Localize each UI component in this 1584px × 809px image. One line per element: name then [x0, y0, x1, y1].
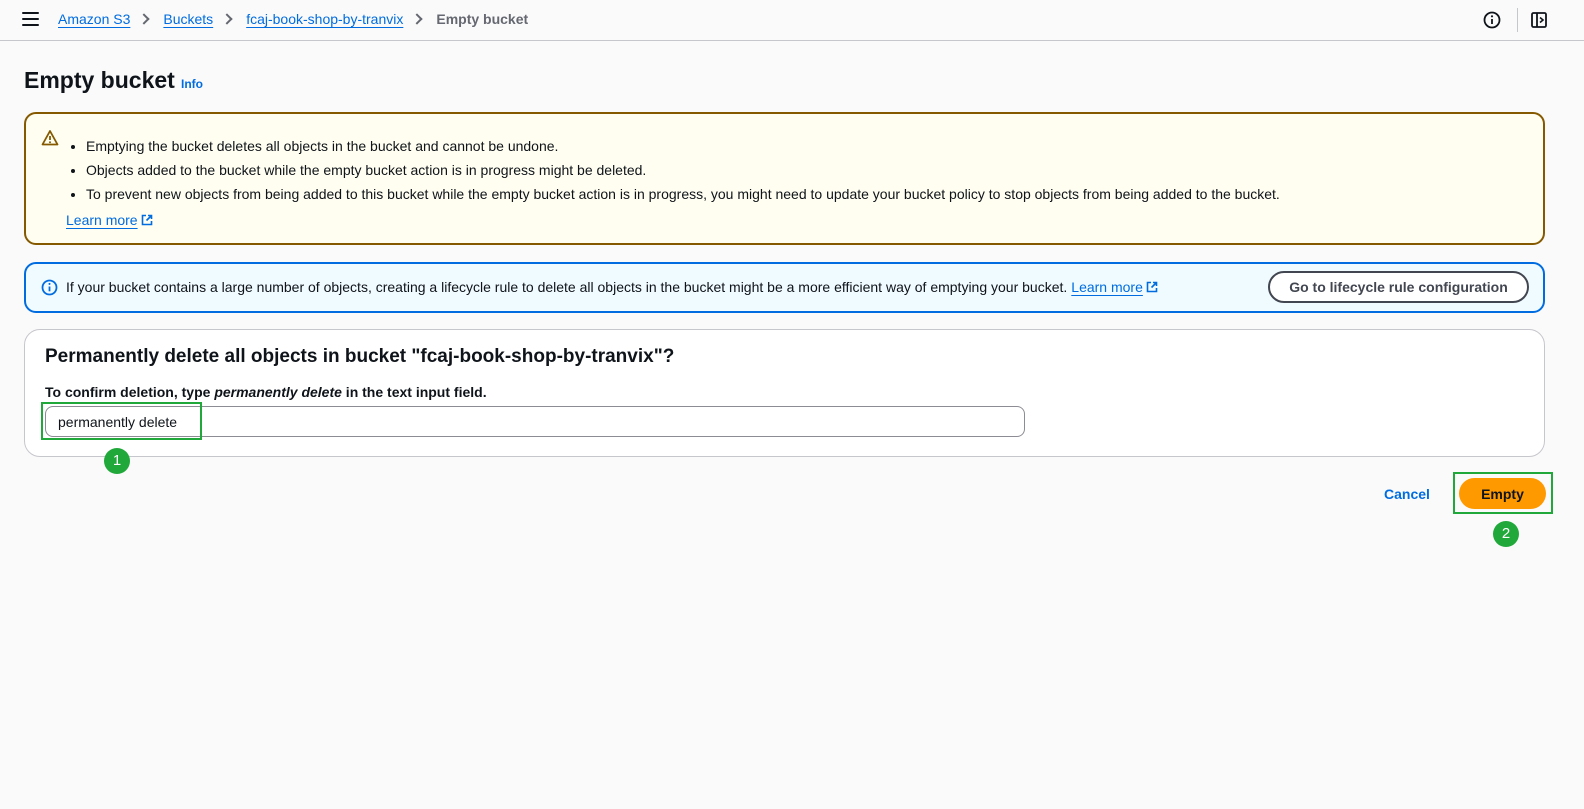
- info-link[interactable]: Info: [181, 77, 203, 91]
- warning-icon: [41, 130, 59, 146]
- confirm-label-prefix: To confirm deletion, type: [45, 384, 215, 400]
- breadcrumb-buckets[interactable]: Buckets: [163, 11, 213, 27]
- warning-learn-more-link[interactable]: Learn more: [66, 212, 138, 228]
- confirm-container: Permanently delete all objects in bucket…: [24, 329, 1545, 457]
- breadcrumb: Amazon S3 Buckets fcaj-book-shop-by-tran…: [58, 11, 528, 27]
- warning-learn-more: Learn more: [66, 212, 153, 228]
- chevron-right-icon: [138, 13, 151, 25]
- annotation-highlight-input: [41, 402, 202, 440]
- split-panel-icon[interactable]: [1530, 11, 1548, 29]
- page-title: Empty bucket: [24, 67, 175, 93]
- info-circle-icon: [41, 279, 58, 296]
- warning-item: To prevent new objects from being added …: [86, 182, 1280, 206]
- warning-item: Objects added to the bucket while the em…: [86, 158, 1280, 182]
- lifecycle-rule-button[interactable]: Go to lifecycle rule configuration: [1268, 271, 1529, 303]
- breadcrumb-current: Empty bucket: [436, 11, 529, 27]
- cancel-button[interactable]: Cancel: [1374, 479, 1440, 509]
- confirm-label-phrase: permanently delete: [214, 384, 342, 400]
- chevron-right-icon: [411, 13, 424, 25]
- warning-alert: Emptying the bucket deletes all objects …: [24, 112, 1545, 245]
- top-navigation-bar: Amazon S3 Buckets fcaj-book-shop-by-tran…: [0, 0, 1584, 41]
- info-learn-more-link[interactable]: Learn more: [1071, 279, 1143, 295]
- menu-icon[interactable]: [22, 12, 39, 27]
- annotation-badge-1: 1: [104, 448, 130, 474]
- info-alert: If your bucket contains a large number o…: [24, 262, 1545, 313]
- info-alert-text: If your bucket contains a large number o…: [66, 279, 1158, 295]
- info-circle-icon[interactable]: [1483, 11, 1501, 29]
- confirm-title: Permanently delete all objects in bucket…: [45, 346, 675, 367]
- annotation-badge-2: 2: [1493, 521, 1519, 547]
- breadcrumb-amazon-s3[interactable]: Amazon S3: [58, 11, 130, 27]
- confirm-label-suffix: in the text input field.: [341, 384, 487, 400]
- confirm-label: To confirm deletion, type permanently de…: [45, 384, 487, 400]
- info-alert-message: If your bucket contains a large number o…: [66, 279, 1068, 295]
- warning-item: Emptying the bucket deletes all objects …: [86, 134, 1280, 158]
- external-link-icon: [141, 214, 152, 226]
- annotation-highlight-empty: [1453, 472, 1553, 514]
- warning-list: Emptying the bucket deletes all objects …: [86, 134, 1280, 206]
- chevron-right-icon: [221, 13, 233, 25]
- external-link-icon: [1146, 281, 1158, 293]
- toolbar-divider: [1517, 8, 1518, 32]
- breadcrumb-bucket-name[interactable]: fcaj-book-shop-by-tranvix: [246, 11, 403, 27]
